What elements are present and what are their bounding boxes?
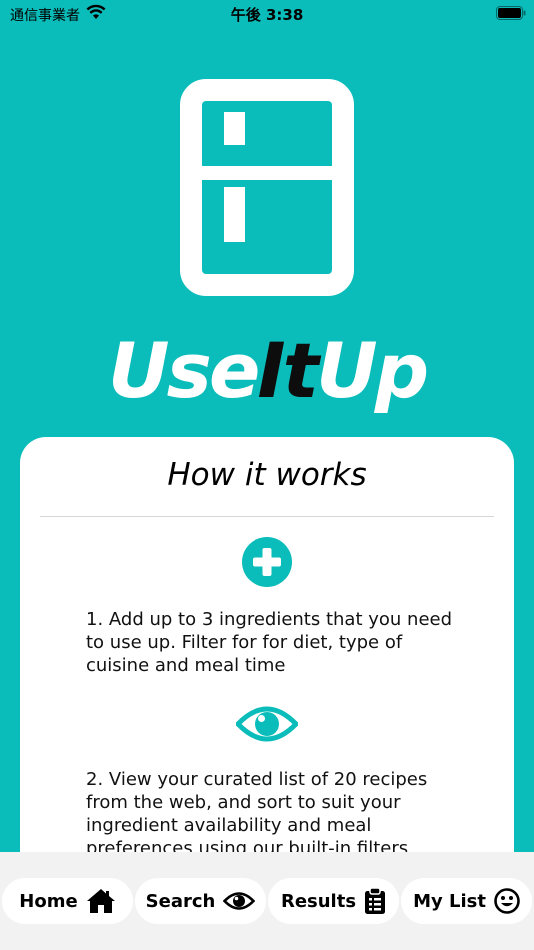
tab-bar: Home Search Results My List — [0, 852, 534, 950]
eye-icon — [236, 706, 298, 742]
step-2-text: 2. View your curated list of 20 recipes … — [86, 769, 428, 859]
status-time: 午後 3:38 — [230, 6, 304, 24]
plus-circle-icon — [242, 537, 292, 587]
tab-my-list-label: My List — [413, 890, 486, 912]
status-bar: 通信事業者 午後 3:38 — [0, 0, 534, 30]
app-title-up: Up — [315, 326, 429, 415]
divider — [40, 516, 494, 517]
tab-search-label: Search — [145, 890, 216, 912]
fridge-logo — [180, 79, 354, 296]
smiley-icon — [494, 888, 520, 914]
app-title: UseItUp — [0, 326, 534, 416]
app-title-use: Use — [107, 326, 260, 415]
how-it-works-card[interactable]: How it works 1. Add up to 3 ingredients … — [20, 437, 514, 907]
card-title: How it works — [167, 457, 367, 493]
clipboard-icon — [365, 887, 386, 914]
tab-results-label: Results — [280, 890, 357, 912]
eye-icon — [223, 892, 256, 910]
battery-icon — [496, 6, 526, 20]
home-icon — [86, 889, 115, 913]
app-title-it: It — [257, 326, 319, 415]
tab-my-list[interactable]: My List — [401, 878, 532, 924]
step-1-text: 1. Add up to 3 ingredients that you need… — [86, 609, 453, 676]
tab-home-label: Home — [19, 890, 78, 912]
tab-home[interactable]: Home — [2, 878, 133, 924]
tab-search[interactable]: Search — [135, 878, 266, 924]
tab-results[interactable]: Results — [268, 878, 399, 924]
